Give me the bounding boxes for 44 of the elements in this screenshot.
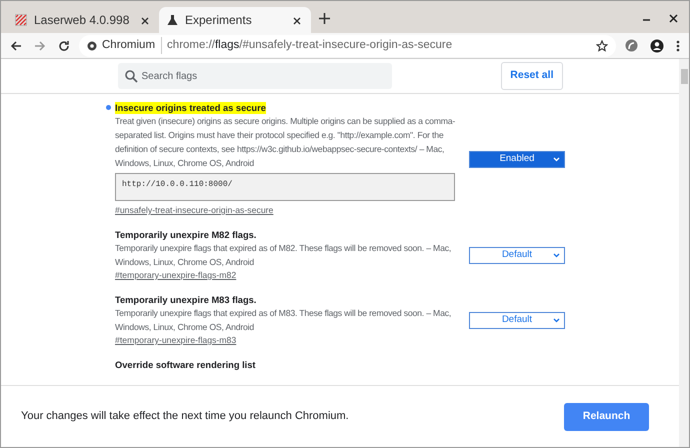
back-arrow-icon bbox=[10, 40, 22, 52]
chevron-down-icon bbox=[553, 318, 560, 322]
search-field[interactable]: Search flags bbox=[118, 63, 392, 89]
flag-title: Insecure origins treated as secure bbox=[115, 102, 266, 114]
flag-link[interactable]: #temporary-unexpire-flags-m82 bbox=[115, 269, 236, 281]
close-icon bbox=[668, 14, 678, 23]
scrollbar[interactable] bbox=[679, 59, 689, 447]
flag-state-dropdown[interactable]: Default bbox=[469, 246, 565, 264]
chevron-down-icon bbox=[553, 156, 560, 162]
circle-logo-icon bbox=[625, 39, 638, 52]
close-icon bbox=[141, 17, 149, 26]
plus-icon bbox=[319, 12, 330, 24]
flag-description: Temporarily unexpire flags that expired as of M82. These flags will be removed soon. – Mac, Windows, Linux, Chrome OS, Android bbox=[115, 242, 452, 269]
tab-title: Laserweb 4.0.998 bbox=[34, 12, 130, 29]
reset-all-button[interactable]: Reset all bbox=[501, 62, 562, 90]
browser-tab[interactable]: Experiments bbox=[159, 7, 311, 33]
search-icon bbox=[124, 70, 138, 83]
origin-input-field[interactable]: http://10.0.0.110:8000/ bbox=[115, 173, 455, 201]
striped-logo-icon bbox=[15, 14, 27, 26]
account-icon bbox=[650, 38, 664, 52]
relaunch-button[interactable]: Relaunch bbox=[564, 402, 649, 430]
address-bar[interactable]: Chromium chrome://flags/#unsafely-treat-insecure-origin-as-secure bbox=[79, 34, 616, 56]
star-icon bbox=[596, 40, 608, 52]
flag-link[interactable]: #unsafely-treat-insecure-origin-as-secure bbox=[115, 204, 274, 216]
reload-icon bbox=[58, 40, 70, 52]
flag-title: Temporarily unexpire M82 flags. bbox=[115, 229, 256, 241]
flag-state-dropdown[interactable]: Enabled bbox=[469, 150, 565, 168]
site-info-icon bbox=[87, 40, 97, 50]
flask-icon bbox=[167, 14, 178, 26]
browser-tab[interactable]: Laserweb 4.0.998 bbox=[7, 7, 159, 33]
tab-title: Experiments bbox=[185, 12, 252, 29]
flag-link[interactable]: #temporary-unexpire-flags-m83 bbox=[115, 334, 236, 346]
url-text: chrome://flags/#unsafely-treat-insecure-origin-as-secure bbox=[167, 38, 452, 53]
more-vertical-icon bbox=[676, 40, 680, 52]
flag-description: Temporarily unexpire flags that expired as of M83. These flags will be removed soon. – Mac, Windows, Linux, Chrome OS, Android bbox=[115, 307, 452, 334]
relaunch-message: Your changes will take effect the next time you relaunch Chromium. bbox=[21, 409, 349, 424]
chevron-down-icon bbox=[553, 252, 560, 258]
flag-state-dropdown[interactable]: Default bbox=[469, 312, 565, 328]
flag-title: Temporarily unexpire M83 flags. bbox=[115, 294, 256, 306]
site-label: Chromium bbox=[102, 36, 162, 54]
forward-arrow-icon bbox=[34, 40, 46, 52]
flag-title: Override software rendering list bbox=[115, 359, 256, 371]
flag-description: Treat given (insecure) origins as secure origins. Multiple origins can be supplied as a comma-separated list. Origins must have their protocol specified e.g. "http://example.com". For the definition of secure contexts, see https://w3c.github.io/webappsec-secure-contexts/ – Mac, Windows, Linux, Chrome OS, Android bbox=[115, 115, 456, 170]
close-icon bbox=[293, 17, 301, 26]
